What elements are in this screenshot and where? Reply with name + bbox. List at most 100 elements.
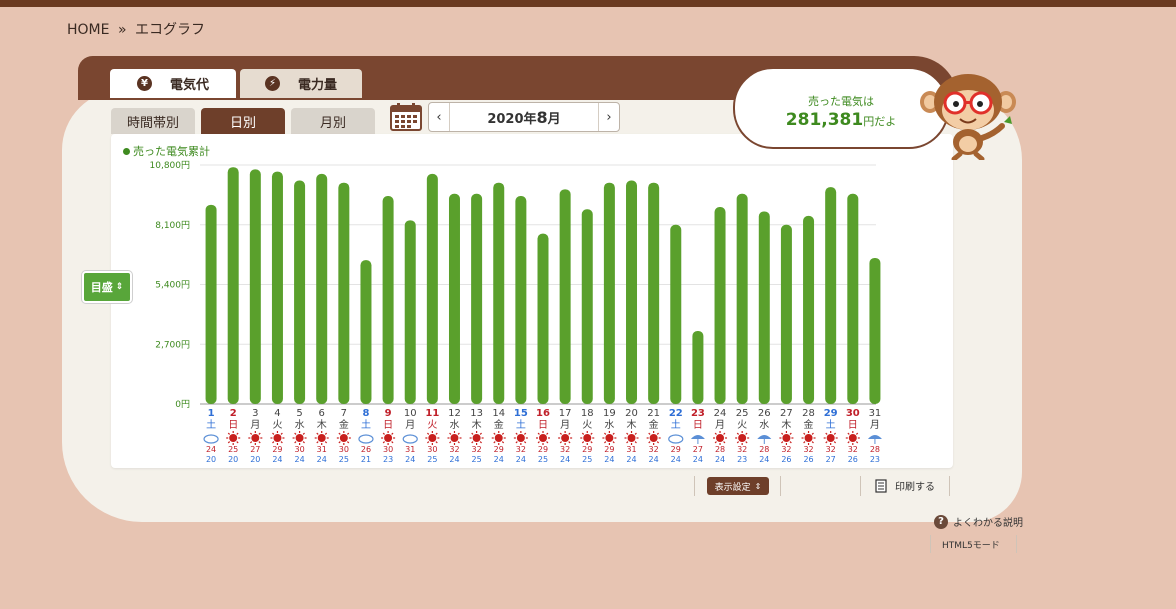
bar: [692, 330, 704, 404]
sun-ray: [634, 441, 637, 444]
bar: [404, 220, 416, 404]
weekday-label: 水: [604, 419, 614, 431]
sun-ray: [302, 432, 305, 435]
x-tick-label: 29: [824, 408, 838, 419]
bar: [338, 182, 350, 404]
sun-ray: [280, 441, 283, 444]
x-tick-label: 19: [603, 408, 616, 419]
x-tick-label: 2: [230, 408, 237, 419]
sun-ray: [258, 441, 261, 444]
sun-ray: [471, 441, 474, 444]
bubble-caption: 売った電気は: [808, 95, 874, 108]
weekday-label: 火: [737, 419, 747, 431]
sun-ray: [568, 441, 571, 444]
sun-ray: [634, 432, 637, 435]
sun-ray: [825, 441, 828, 444]
scale-label: 目盛: [90, 281, 113, 294]
high-temp-label: 29: [272, 445, 282, 454]
low-temp-label: 23: [870, 455, 880, 464]
sun-icon: [339, 434, 348, 442]
high-temp-label: 29: [582, 445, 592, 454]
x-tick-label: 15: [514, 408, 528, 419]
question-icon: ?: [934, 514, 948, 529]
sun-ray: [346, 441, 350, 444]
sun-ray: [833, 432, 837, 435]
x-tick-label: 18: [581, 408, 594, 419]
cloud-icon: [203, 434, 219, 444]
high-temp-label: 32: [781, 445, 791, 454]
sun-ray: [449, 441, 452, 444]
bar: [205, 204, 217, 404]
print-button[interactable]: 印刷する: [874, 478, 935, 493]
sun-ray: [723, 441, 726, 444]
umbrella-icon: [690, 435, 705, 439]
sun-ray: [559, 441, 563, 444]
high-temp-label: 24: [206, 445, 216, 454]
x-tick-label: 30: [846, 408, 860, 419]
y-tick-label: 0円: [175, 399, 190, 410]
sun-ray: [847, 432, 850, 435]
high-temp-label: 32: [516, 445, 526, 454]
html5-mode-link[interactable]: HTML5モード: [942, 538, 1000, 551]
x-tick-label: 22: [669, 408, 683, 419]
bar: [537, 233, 549, 404]
bar: [847, 193, 859, 404]
sun-ray: [568, 432, 571, 435]
scale-button[interactable]: 目盛 ⇕: [82, 271, 132, 303]
sun-ray: [604, 432, 607, 435]
bar: [626, 180, 638, 404]
low-temp-label: 24: [715, 455, 725, 464]
high-temp-label: 25: [228, 445, 238, 454]
low-temp-label: 24: [649, 455, 659, 464]
sun-icon: [317, 434, 326, 442]
x-tick-label: 20: [625, 408, 638, 419]
high-temp-label: 30: [383, 445, 393, 454]
low-temp-label: 24: [317, 455, 327, 464]
sun-ray: [493, 441, 496, 444]
help-label: よくわかる説明: [953, 518, 1023, 529]
weekday-label: 土: [516, 418, 526, 431]
sun-icon: [627, 434, 636, 442]
high-temp-label: 32: [449, 445, 459, 454]
sun-ray: [501, 441, 505, 444]
weekday-label: 火: [272, 419, 282, 431]
low-temp-label: 25: [582, 455, 592, 464]
weekday-label: 木: [472, 419, 482, 431]
toolbar-divider: [860, 476, 861, 496]
low-temp-label: 26: [803, 455, 813, 464]
updown-icon: ⇕: [115, 282, 124, 292]
low-temp-label: 24: [449, 455, 459, 464]
weekday-label: 土: [826, 418, 836, 431]
weekday-label: 火: [427, 419, 437, 431]
sun-icon: [472, 434, 481, 442]
sun-ray: [316, 432, 319, 435]
sun-icon: [804, 434, 813, 442]
bar: [360, 260, 372, 404]
high-temp-label: 32: [560, 445, 570, 454]
x-tick-label: 16: [536, 408, 550, 419]
help-link[interactable]: ? よくわかる説明: [934, 514, 1023, 529]
x-tick-label: 9: [385, 408, 392, 419]
updown-icon: ⇕: [754, 481, 762, 491]
sun-ray: [272, 432, 275, 435]
weekday-label: 日: [228, 420, 238, 431]
low-temp-label: 24: [693, 455, 703, 464]
x-tick-label: 27: [780, 408, 793, 419]
bar: [249, 169, 261, 404]
sun-icon: [539, 434, 547, 442]
low-temp-label: 24: [671, 455, 681, 464]
toolbar-divider: [694, 476, 695, 496]
high-temp-label: 29: [604, 445, 614, 454]
sun-ray: [745, 432, 748, 435]
sun-icon: [649, 434, 658, 442]
display-settings-button[interactable]: 表示設定 ⇕: [707, 477, 769, 495]
weekday-label: 日: [538, 420, 548, 431]
weekday-label: 金: [494, 418, 504, 431]
sun-ray: [435, 432, 438, 435]
sun-ray: [559, 432, 563, 435]
bar: [825, 187, 837, 404]
low-temp-label: 27: [826, 455, 836, 464]
high-temp-label: 28: [759, 445, 769, 454]
sun-ray: [236, 441, 239, 444]
bar: [294, 180, 306, 404]
